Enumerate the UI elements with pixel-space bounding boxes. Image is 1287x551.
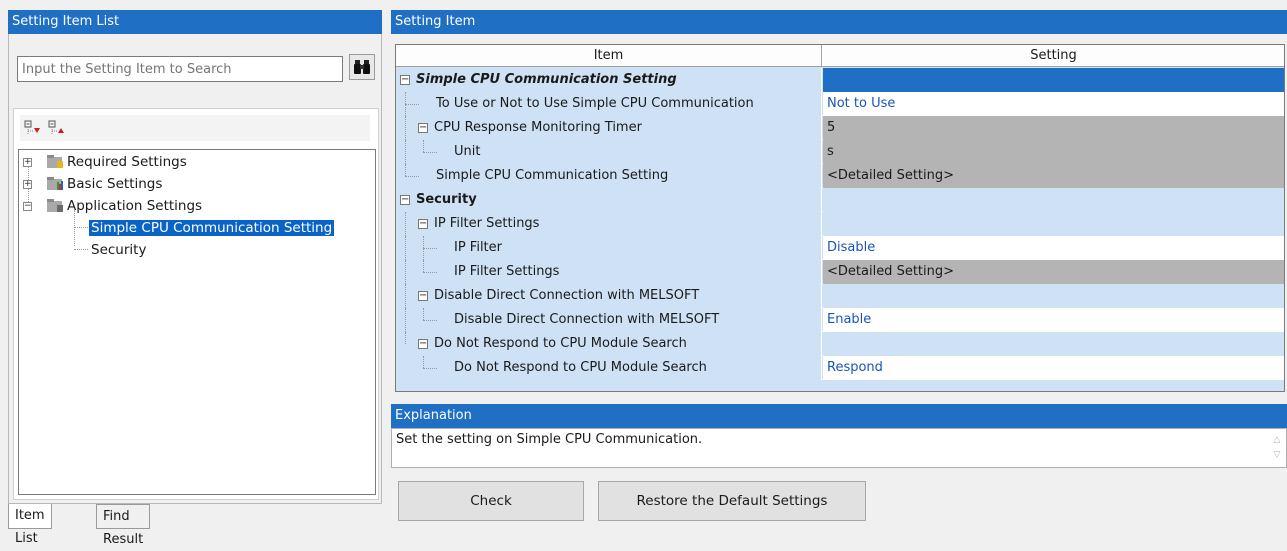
table-row[interactable]: Do Not Respond to CPU Module Search Resp… — [396, 356, 1284, 380]
table-row[interactable]: − Do Not Respond to CPU Module Search — [396, 332, 1284, 356]
grid-header: Item Setting — [396, 45, 1284, 67]
expand-icon[interactable]: + — [23, 158, 32, 167]
search-button[interactable] — [349, 54, 375, 80]
table-row[interactable]: Unit s — [396, 140, 1284, 164]
collapse-icon[interactable]: − — [418, 339, 428, 349]
binoculars-icon — [354, 60, 370, 74]
explanation-scrollbar[interactable]: △ ▽ — [1270, 433, 1284, 465]
table-row[interactable]: − CPU Response Monitoring Timer 5 — [396, 116, 1284, 140]
scroll-up-icon[interactable]: △ — [1270, 433, 1284, 448]
table-row[interactable]: − Disable Direct Connection with MELSOFT — [396, 284, 1284, 308]
scroll-down-icon[interactable]: ▽ — [1270, 448, 1284, 463]
table-row[interactable]: − Security — [396, 188, 1284, 212]
table-row[interactable]: To Use or Not to Use Simple CPU Communic… — [396, 92, 1284, 116]
tree-toolbar — [20, 115, 370, 141]
check-button[interactable]: Check — [398, 481, 584, 521]
setting-item-list-body: + Required Settings + Basic Settings − A… — [8, 34, 382, 504]
table-row[interactable]: Disable Direct Connection with MELSOFT E… — [396, 308, 1284, 332]
column-header-item[interactable]: Item — [396, 45, 822, 67]
collapse-icon[interactable]: − — [418, 123, 428, 133]
folder-icon — [47, 177, 63, 190]
collapse-icon[interactable]: − — [400, 195, 410, 205]
tab-item-list[interactable]: Item List — [8, 504, 52, 546]
tree-item-security[interactable]: Security — [91, 240, 146, 261]
table-row[interactable]: − IP Filter Settings — [396, 212, 1284, 236]
collapse-all-icon[interactable] — [48, 119, 66, 137]
table-row[interactable]: IP Filter Disable — [396, 236, 1284, 260]
table-row[interactable]: IP Filter Settings <Detailed Setting> — [396, 260, 1284, 284]
table-row[interactable]: − Simple CPU Communication Setting — [396, 68, 1284, 92]
setting-item-list-panel: Setting Item List Input the Setting Item… — [0, 0, 384, 547]
tree-area: + Required Settings + Basic Settings − A… — [13, 108, 379, 500]
tree-item-simple-cpu-communication-setting[interactable]: Simple CPU Communication Setting — [89, 218, 335, 239]
column-header-setting[interactable]: Setting — [823, 45, 1284, 67]
folder-icon — [47, 155, 63, 168]
setting-item-grid: Item Setting − Simple CPU Communication … — [395, 44, 1285, 392]
collapse-icon[interactable]: − — [23, 202, 32, 211]
collapse-icon[interactable]: − — [418, 219, 428, 229]
setting-item-list-title: Setting Item List — [8, 10, 382, 34]
expand-icon[interactable]: + — [23, 180, 32, 189]
folder-icon — [47, 199, 63, 212]
restore-default-settings-button[interactable]: Restore the Default Settings — [598, 481, 866, 521]
expand-all-icon[interactable] — [24, 119, 42, 137]
explanation-text: Set the setting on Simple CPU Communicat… — [396, 432, 703, 447]
collapse-icon[interactable]: − — [418, 291, 428, 301]
table-row[interactable]: Simple CPU Communication Setting <Detail… — [396, 164, 1284, 188]
explanation-title: Explanation — [391, 404, 1287, 428]
setting-item-title: Setting Item — [391, 10, 1287, 34]
explanation-box: Set the setting on Simple CPU Communicat… — [391, 428, 1287, 468]
search-input[interactable] — [17, 56, 343, 82]
tab-find-result[interactable]: Find Result — [96, 504, 151, 547]
settings-tree: + Required Settings + Basic Settings − A… — [18, 149, 376, 495]
collapse-icon[interactable]: − — [400, 75, 410, 85]
